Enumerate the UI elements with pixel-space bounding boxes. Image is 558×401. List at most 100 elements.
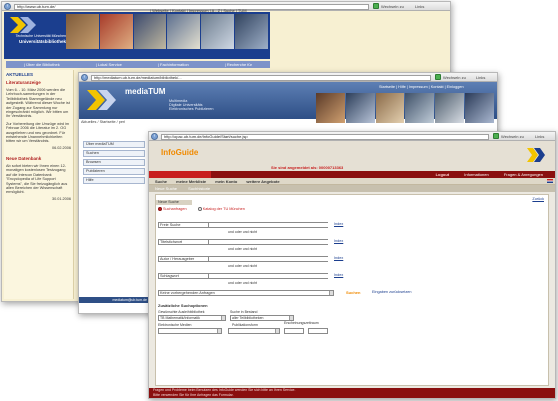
news-text: Ab sofort bieten wir Ihnen einen 12-mona… [6, 163, 68, 195]
media-select[interactable] [158, 328, 222, 334]
ub-top-links[interactable]: | Webseite | Kontakt | Impressum | A - Z… [150, 8, 247, 13]
chevron-down-icon[interactable] [289, 316, 293, 320]
radio-katalog[interactable] [197, 207, 202, 211]
chevron-down-icon[interactable] [221, 316, 225, 320]
back-arrow-icon[interactable]: ‹ [151, 133, 158, 140]
browser-toolbar: ‹ http://mediatum.ub.tum.de/mediatum/bib… [79, 73, 497, 82]
boolean-operator[interactable]: und oder und nicht [228, 264, 257, 268]
infoguide-header [149, 141, 555, 171]
search-scope-radios: Suchanfragen Katalog der TU München [158, 207, 255, 212]
breadcrumb[interactable]: Aktuelles / Startseite / perl [81, 120, 125, 124]
publication-form-select[interactable] [228, 328, 280, 334]
radio-label: Suchanfragen [163, 207, 187, 211]
tab-merkliste[interactable]: meine Merkliste [176, 179, 206, 184]
go-arrow-icon[interactable] [435, 74, 441, 80]
year-to-input[interactable] [308, 328, 328, 334]
boolean-operator[interactable]: und oder und nicht [228, 281, 257, 285]
window-infoguide: ‹ http://opac.ub.tum.de/InfoGuide/Start/… [148, 131, 556, 399]
news-date: 30.01.2006 [51, 196, 71, 201]
news-sidebar: AKTUELLES Literaturanzeige Vom 6. - 10. … [4, 70, 74, 299]
library-select[interactable]: TB Mathematik/Informatik [158, 315, 226, 321]
chevron-down-icon[interactable] [275, 329, 279, 333]
search-button[interactable]: Suchen [346, 290, 360, 295]
mediatum-top-links[interactable]: Startseite | Hilfe | Impressum | Kontakt… [379, 85, 464, 89]
links-label[interactable]: Links [535, 134, 544, 140]
side-nav-item[interactable]: Publizieren [83, 168, 145, 175]
links-label[interactable]: Links [415, 4, 424, 10]
info-link[interactable]: Informationen [464, 172, 488, 177]
field-select-value: Titelstichwort [160, 240, 183, 244]
radio-label: Katalog der TU München [202, 207, 245, 211]
news-section-title: Literaturanzeige [6, 80, 41, 85]
year-from-input[interactable] [284, 328, 304, 334]
tab-suche[interactable]: Suche [155, 179, 167, 184]
back-arrow-icon[interactable]: ‹ [4, 3, 11, 10]
search-panel: Zurück Neue Suche Suchanfragen Katalog d… [155, 194, 549, 386]
chevron-down-icon[interactable] [217, 329, 221, 333]
mediatum-side-nav: Über mediaTUM Suchen Browsen Publizieren… [83, 141, 145, 186]
ub-nav-item[interactable]: | Fachinformation [158, 61, 189, 68]
news-heading: AKTUELLES [6, 72, 33, 77]
go-arrow-icon[interactable] [373, 3, 379, 9]
radio-suchanfragen[interactable] [158, 207, 162, 211]
search-input[interactable] [208, 240, 330, 244]
subtab-neue-suche[interactable]: Neue Suche [155, 186, 177, 191]
address-bar[interactable]: http://opac.ub.tum.de/InfoGuide/Start/su… [161, 133, 489, 140]
search-label: Wechseln zu [501, 133, 524, 139]
index-link[interactable]: Index [334, 222, 343, 226]
reset-button[interactable]: Eingaben zurücksetzen [372, 290, 411, 294]
chevron-down-icon[interactable] [329, 291, 333, 295]
ub-nav-item[interactable]: | Lokal Service [96, 61, 122, 68]
option-label: Suche in Bestand [230, 310, 258, 314]
top-bar-accent [149, 171, 211, 178]
field-select-value: Schlagwort [160, 274, 179, 278]
subtab-suchhistorie[interactable]: Suchhistorie [188, 186, 210, 191]
mediatum-subtitle: Multimedia Digitale Universitäts Elektro… [169, 99, 214, 112]
ub-photo-strip [66, 14, 268, 49]
index-link[interactable]: Index [334, 273, 343, 277]
logout-link[interactable]: Logout [436, 172, 450, 177]
feedback-link[interactable]: Fragen & Anregungen [504, 172, 543, 177]
side-nav-item[interactable]: Über mediaTUM [83, 141, 145, 148]
news-section-title: Neue Datenbank [6, 155, 42, 161]
ub-nav-item[interactable]: | Recherche für [225, 61, 252, 68]
top-bar-links: Logout Informationen Fragen & Anregungen [422, 171, 543, 178]
news-text: Zur Vorbereitung der Umzüge wird im Febr… [6, 121, 70, 144]
search-input[interactable] [208, 257, 330, 261]
search-input[interactable] [208, 274, 330, 278]
tab-angebote[interactable]: weitere Angebote [246, 179, 279, 184]
search-input[interactable] [208, 223, 330, 227]
side-nav-item[interactable]: Browsen [83, 159, 145, 166]
index-link[interactable]: Index [334, 256, 343, 260]
mediatum-footer[interactable]: mediatum@ub.tum.de [79, 297, 149, 303]
holdings-select-value: aller Teilbibliotheken [232, 316, 264, 320]
infoguide-title: InfoGuide [161, 148, 199, 157]
boolean-operator[interactable]: und oder und nicht [228, 230, 257, 234]
tab-konto[interactable]: mein Konto [215, 179, 237, 184]
index-link[interactable]: Index [334, 239, 343, 243]
chevron-logo-icon [87, 90, 116, 110]
field-select-value: Autor / Herausgeber [160, 257, 195, 261]
links-label[interactable]: Links [476, 75, 485, 81]
mediatum-title: mediaTUM [125, 87, 166, 96]
option-label: Erscheinungszeitraum [284, 321, 319, 325]
option-label: Elektronische Medien [158, 323, 192, 327]
infoguide-subtabs: Neue Suche Suchhistorie [149, 185, 555, 192]
back-arrow-icon[interactable]: ‹ [81, 74, 88, 81]
side-nav-item[interactable]: Suchen [83, 150, 145, 157]
ub-logo-text: Technische Universität München Universit… [8, 34, 66, 44]
language-flag-icon[interactable] [547, 179, 553, 183]
ub-banner: Technische Universität München Universit… [4, 12, 270, 68]
address-bar[interactable]: http://mediatum.ub.tum.de/mediatum/bibli… [91, 74, 431, 81]
news-text: Vom 6. - 10. März 2006 werden die Lehrbu… [6, 88, 70, 119]
history-select[interactable]: Keine vorhergehenden Anfragen [158, 290, 334, 296]
chevron-logo-icon [527, 148, 545, 162]
back-link[interactable]: Zurück [532, 197, 544, 201]
extra-options-heading: Zusätzliche Suchoptionen [158, 303, 208, 308]
go-arrow-icon[interactable] [493, 133, 499, 139]
boolean-operator[interactable]: und oder und nicht [228, 247, 257, 251]
ub-nav-item[interactable]: | Über die Bibliothek [24, 61, 60, 68]
infoguide-footer: Fragen und Probleme beim Benutzen des In… [149, 388, 555, 398]
side-nav-item[interactable]: Hilfe [83, 177, 145, 184]
option-label: Publikationsform [232, 323, 258, 327]
